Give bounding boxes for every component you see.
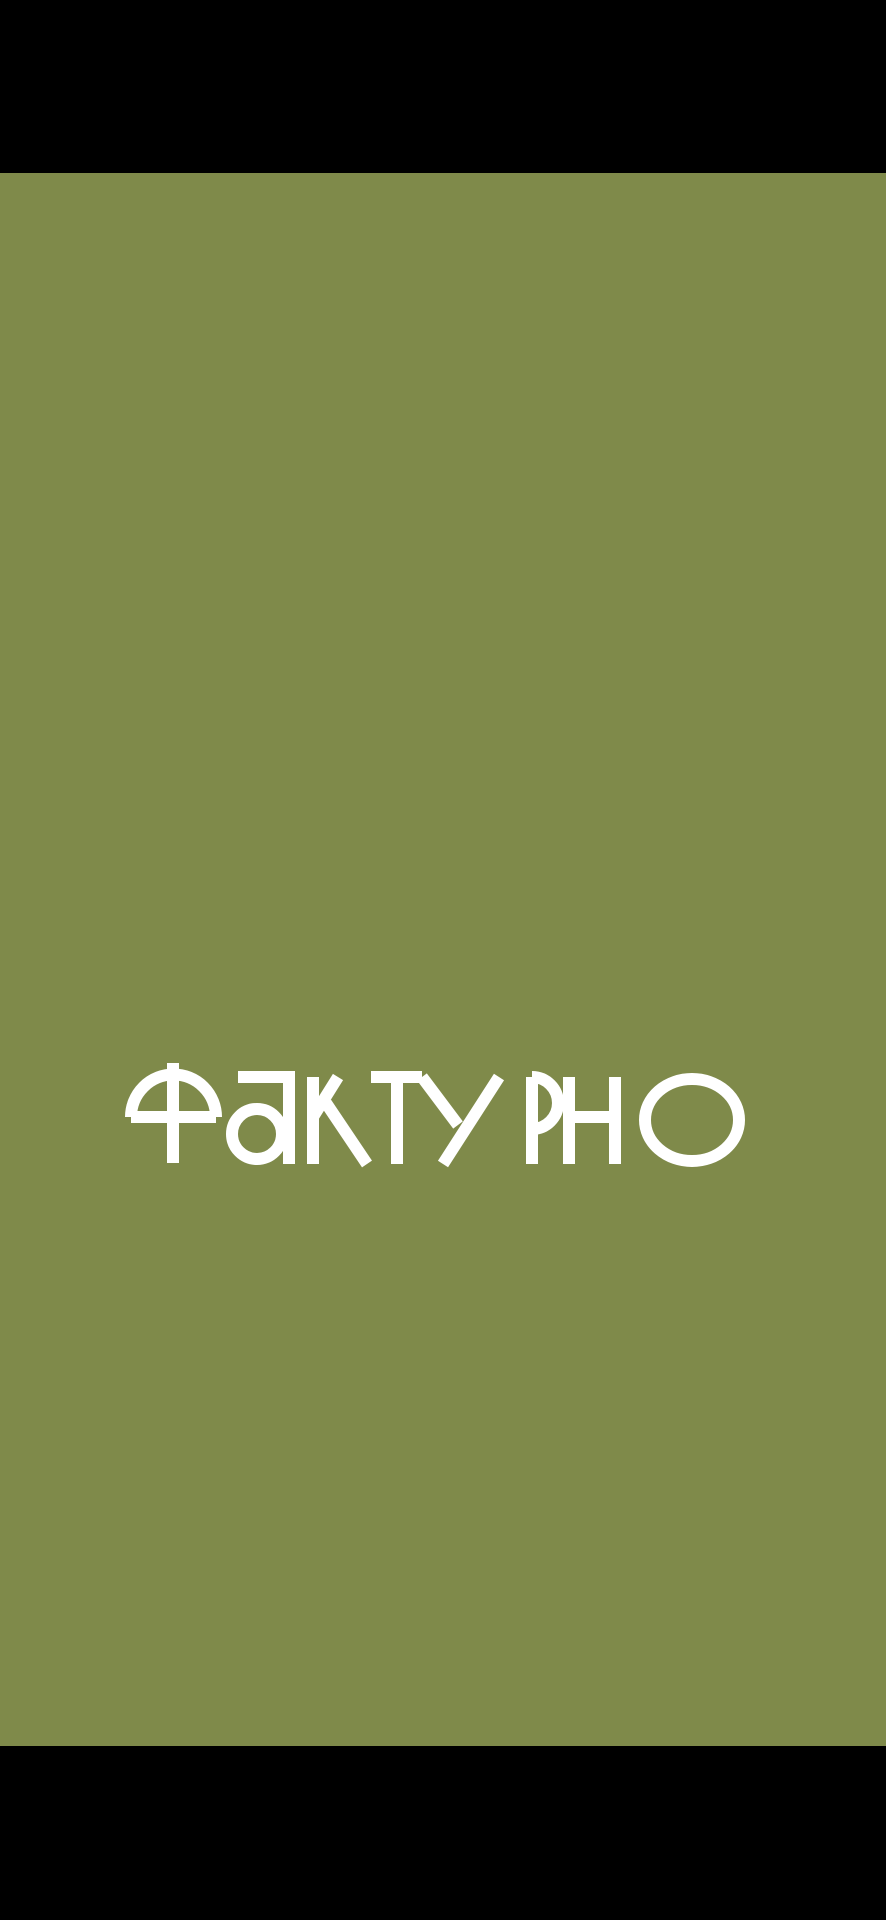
splash-screen: ФАКТУРНО — [0, 173, 886, 1746]
app-logo: ФАКТУРНО — [125, 889, 761, 1173]
letterbox-top — [0, 0, 886, 173]
logo-wordmark-icon — [125, 1063, 745, 1168]
letterbox-bottom — [0, 1746, 886, 1920]
